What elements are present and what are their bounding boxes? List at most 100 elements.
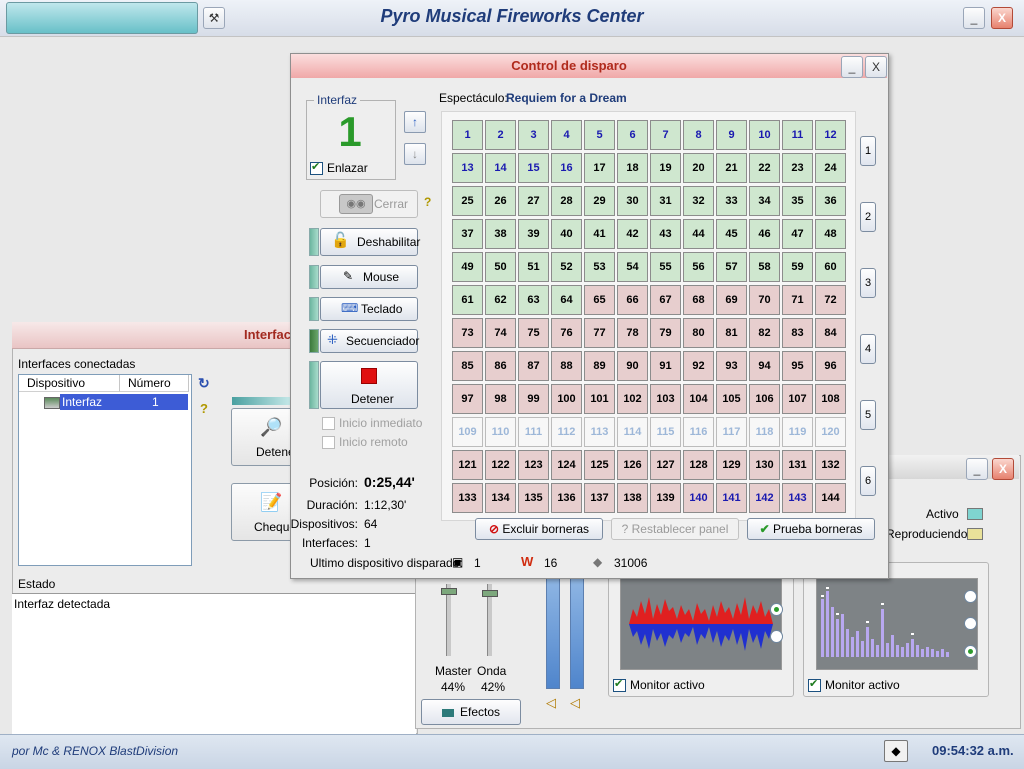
firing-cell-127[interactable]: 127 xyxy=(650,450,681,480)
firing-cell-139[interactable]: 139 xyxy=(650,483,681,513)
firing-cell-37[interactable]: 37 xyxy=(452,219,483,249)
firing-cell-83[interactable]: 83 xyxy=(782,318,813,348)
firing-cell-14[interactable]: 14 xyxy=(485,153,516,183)
firing-cell-1[interactable]: 1 xyxy=(452,120,483,150)
group-button-1[interactable]: 1 xyxy=(860,136,876,166)
firing-cell-128[interactable]: 128 xyxy=(683,450,714,480)
firing-cell-23[interactable]: 23 xyxy=(782,153,813,183)
firing-cell-98[interactable]: 98 xyxy=(485,384,516,414)
firing-cell-96[interactable]: 96 xyxy=(815,351,846,381)
firing-cell-101[interactable]: 101 xyxy=(584,384,615,414)
firing-cell-33[interactable]: 33 xyxy=(716,186,747,216)
firing-cell-3[interactable]: 3 xyxy=(518,120,549,150)
enlazar-checkbox[interactable]: Enlazar xyxy=(310,160,368,176)
firing-cell-92[interactable]: 92 xyxy=(683,351,714,381)
firing-cell-105[interactable]: 105 xyxy=(716,384,747,414)
firing-cell-64[interactable]: 64 xyxy=(551,285,582,315)
firing-cell-60[interactable]: 60 xyxy=(815,252,846,282)
help-icon[interactable]: ? xyxy=(424,195,431,209)
firing-cell-70[interactable]: 70 xyxy=(749,285,780,315)
firing-cell-72[interactable]: 72 xyxy=(815,285,846,315)
firing-cell-40[interactable]: 40 xyxy=(551,219,582,249)
speaker-right-icon[interactable]: ◁ xyxy=(570,695,580,711)
firing-cell-94[interactable]: 94 xyxy=(749,351,780,381)
firing-cell-108[interactable]: 108 xyxy=(815,384,846,414)
firing-cell-93[interactable]: 93 xyxy=(716,351,747,381)
column-header-numero[interactable]: Número xyxy=(120,375,189,392)
firing-cell-112[interactable]: 112 xyxy=(551,417,582,447)
firing-cell-91[interactable]: 91 xyxy=(650,351,681,381)
onda-fader-thumb[interactable] xyxy=(482,590,498,597)
firing-cell-63[interactable]: 63 xyxy=(518,285,549,315)
firing-cell-121[interactable]: 121 xyxy=(452,450,483,480)
arrow-up-icon[interactable]: ↑ xyxy=(404,111,426,133)
firing-cell-115[interactable]: 115 xyxy=(650,417,681,447)
speaker-left-icon[interactable]: ◁ xyxy=(546,695,556,711)
firing-cell-68[interactable]: 68 xyxy=(683,285,714,315)
close-button[interactable]: X xyxy=(991,7,1013,29)
firing-cell-102[interactable]: 102 xyxy=(617,384,648,414)
firing-cell-120[interactable]: 120 xyxy=(815,417,846,447)
firing-cell-16[interactable]: 16 xyxy=(551,153,582,183)
minimize-button[interactable]: _ xyxy=(963,7,985,29)
firing-cell-130[interactable]: 130 xyxy=(749,450,780,480)
firing-cell-17[interactable]: 17 xyxy=(584,153,615,183)
monitor-activo-checkbox-2[interactable]: Monitor activo xyxy=(808,677,900,693)
firing-cell-59[interactable]: 59 xyxy=(782,252,813,282)
firing-cell-77[interactable]: 77 xyxy=(584,318,615,348)
firing-cell-39[interactable]: 39 xyxy=(518,219,549,249)
firing-cell-69[interactable]: 69 xyxy=(716,285,747,315)
firing-cell-119[interactable]: 119 xyxy=(782,417,813,447)
firing-cell-18[interactable]: 18 xyxy=(617,153,648,183)
firing-cell-46[interactable]: 46 xyxy=(749,219,780,249)
firing-cell-88[interactable]: 88 xyxy=(551,351,582,381)
firing-cell-42[interactable]: 42 xyxy=(617,219,648,249)
firing-cell-76[interactable]: 76 xyxy=(551,318,582,348)
firing-cell-13[interactable]: 13 xyxy=(452,153,483,183)
firing-cell-22[interactable]: 22 xyxy=(749,153,780,183)
firing-cell-34[interactable]: 34 xyxy=(749,186,780,216)
firing-cell-21[interactable]: 21 xyxy=(716,153,747,183)
firing-cell-126[interactable]: 126 xyxy=(617,450,648,480)
firing-cell-124[interactable]: 124 xyxy=(551,450,582,480)
firing-cell-10[interactable]: 10 xyxy=(749,120,780,150)
firing-cell-122[interactable]: 122 xyxy=(485,450,516,480)
firing-cell-110[interactable]: 110 xyxy=(485,417,516,447)
firing-cell-136[interactable]: 136 xyxy=(551,483,582,513)
restablecer-panel-button[interactable]: ? Restablecer panel xyxy=(611,518,739,540)
firing-cell-12[interactable]: 12 xyxy=(815,120,846,150)
firing-cell-78[interactable]: 78 xyxy=(617,318,648,348)
firing-cell-50[interactable]: 50 xyxy=(485,252,516,282)
help-icon[interactable]: ? xyxy=(200,401,208,416)
firing-cell-114[interactable]: 114 xyxy=(617,417,648,447)
firing-cell-2[interactable]: 2 xyxy=(485,120,516,150)
firing-cell-29[interactable]: 29 xyxy=(584,186,615,216)
firing-cell-30[interactable]: 30 xyxy=(617,186,648,216)
firing-cell-4[interactable]: 4 xyxy=(551,120,582,150)
firing-cell-103[interactable]: 103 xyxy=(650,384,681,414)
firing-cell-118[interactable]: 118 xyxy=(749,417,780,447)
firing-cell-24[interactable]: 24 xyxy=(815,153,846,183)
checkbox-box[interactable] xyxy=(322,417,335,431)
checkbox-box[interactable] xyxy=(808,677,821,693)
firing-cell-52[interactable]: 52 xyxy=(551,252,582,282)
deshabilitar-button[interactable]: 🔓 Deshabilitar xyxy=(320,228,420,256)
firing-cell-107[interactable]: 107 xyxy=(782,384,813,414)
secuenciador-button[interactable]: ⁜ Secuenciador xyxy=(320,329,419,353)
firing-cell-117[interactable]: 117 xyxy=(716,417,747,447)
waveform-radio-1[interactable] xyxy=(770,603,783,616)
firing-cell-87[interactable]: 87 xyxy=(518,351,549,381)
firing-cell-47[interactable]: 47 xyxy=(782,219,813,249)
detener-interface-button[interactable]: 🔎 Detene xyxy=(231,408,295,466)
firing-cell-135[interactable]: 135 xyxy=(518,483,549,513)
dialog-minimize-button[interactable]: _ xyxy=(841,56,863,78)
detener-button[interactable]: Detener xyxy=(320,361,418,409)
firing-cell-49[interactable]: 49 xyxy=(452,252,483,282)
group-button-3[interactable]: 3 xyxy=(860,268,876,298)
checkbox-box[interactable] xyxy=(322,436,335,450)
firing-cell-8[interactable]: 8 xyxy=(683,120,714,150)
audio-minimize-button[interactable]: _ xyxy=(966,458,988,480)
spectrum-radio-3[interactable] xyxy=(964,645,977,658)
firing-cell-45[interactable]: 45 xyxy=(716,219,747,249)
firing-cell-28[interactable]: 28 xyxy=(551,186,582,216)
